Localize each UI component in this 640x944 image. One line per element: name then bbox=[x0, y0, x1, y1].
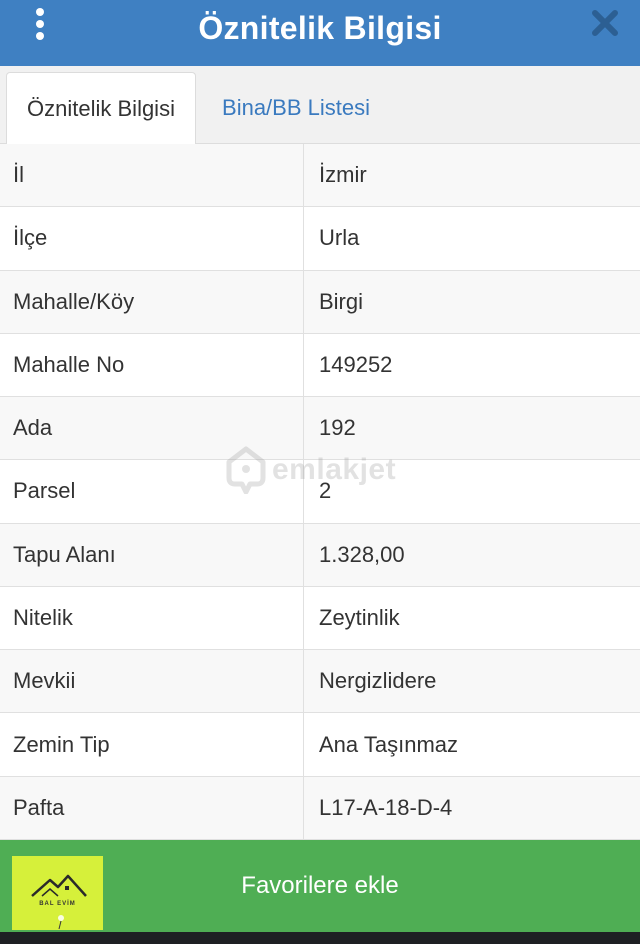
add-favorites-label: Favorilere ekle bbox=[241, 872, 399, 899]
table-row: Mahalle No 149252 bbox=[0, 333, 640, 398]
attribute-value: 1.328,00 bbox=[319, 541, 405, 567]
attribute-value: Urla bbox=[319, 225, 360, 251]
app-header: Öznitelik Bilgisi bbox=[0, 0, 640, 66]
bal-evim-logo: BAL EVİM bbox=[12, 856, 103, 930]
attribute-value: 149252 bbox=[319, 351, 393, 377]
table-row: Tapu Alanı 1.328,00 bbox=[0, 523, 640, 587]
attribute-key: Mevkii bbox=[0, 650, 304, 713]
attribute-value: 2 bbox=[319, 478, 332, 504]
table-row: İl İzmir bbox=[0, 144, 640, 208]
table-row: Mevkii Nergizlidere bbox=[0, 650, 640, 714]
table-row: Pafta L17-A-18-D-4 bbox=[0, 776, 640, 840]
attribute-value: İzmir bbox=[319, 162, 367, 188]
attribute-value: 192 bbox=[319, 415, 356, 441]
attribute-key: İl bbox=[0, 144, 304, 207]
attribute-key: Mahalle/Köy bbox=[0, 270, 304, 333]
tab-bina-bb-listesi[interactable]: Bina/BB Listesi bbox=[196, 72, 396, 144]
attribute-key: Ada bbox=[0, 397, 304, 460]
attribute-key: İlçe bbox=[0, 207, 304, 270]
attribute-value: Zeytinlik bbox=[319, 604, 400, 630]
background-strip bbox=[0, 932, 640, 944]
tab-oznitelik-bilgisi[interactable]: Öznitelik Bilgisi bbox=[6, 72, 196, 144]
attribute-key: Tapu Alanı bbox=[0, 523, 304, 586]
table-row: Mahalle/Köy Birgi bbox=[0, 270, 640, 334]
table-row: Ada 192 bbox=[0, 397, 640, 461]
attribute-value: Birgi bbox=[319, 288, 364, 314]
table-row: Zemin Tip Ana Taşınmaz bbox=[0, 713, 640, 777]
attribute-key: Pafta bbox=[0, 776, 304, 839]
table-row: Nitelik Zeytinlik bbox=[0, 586, 640, 651]
tab-bar: Öznitelik Bilgisi Bina/BB Listesi bbox=[0, 66, 640, 144]
attribute-table: İl İzmir İlçe Urla Mahalle/Köy Birgi Mah… bbox=[0, 144, 640, 840]
table-row: İlçe Urla bbox=[0, 207, 640, 271]
table-row: Parsel 2 bbox=[0, 460, 640, 524]
attribute-key: Zemin Tip bbox=[0, 713, 304, 776]
attribute-key: Parsel bbox=[0, 460, 304, 523]
attribute-key: Mahalle No bbox=[0, 333, 304, 397]
close-icon[interactable] bbox=[590, 8, 620, 38]
logo-text: BAL EVİM bbox=[39, 901, 76, 907]
add-favorites-button[interactable]: BAL EVİM Favorilere ekle bbox=[0, 840, 640, 932]
attribute-value: Nergizlidere bbox=[319, 668, 437, 694]
house-roof-icon bbox=[31, 874, 87, 930]
page-title: Öznitelik Bilgisi bbox=[198, 9, 442, 46]
attribute-value: L17-A-18-D-4 bbox=[319, 794, 453, 820]
attribute-value: Ana Taşınmaz bbox=[319, 731, 459, 757]
kebab-menu-icon[interactable] bbox=[33, 8, 47, 40]
attribute-key: Nitelik bbox=[0, 586, 304, 650]
